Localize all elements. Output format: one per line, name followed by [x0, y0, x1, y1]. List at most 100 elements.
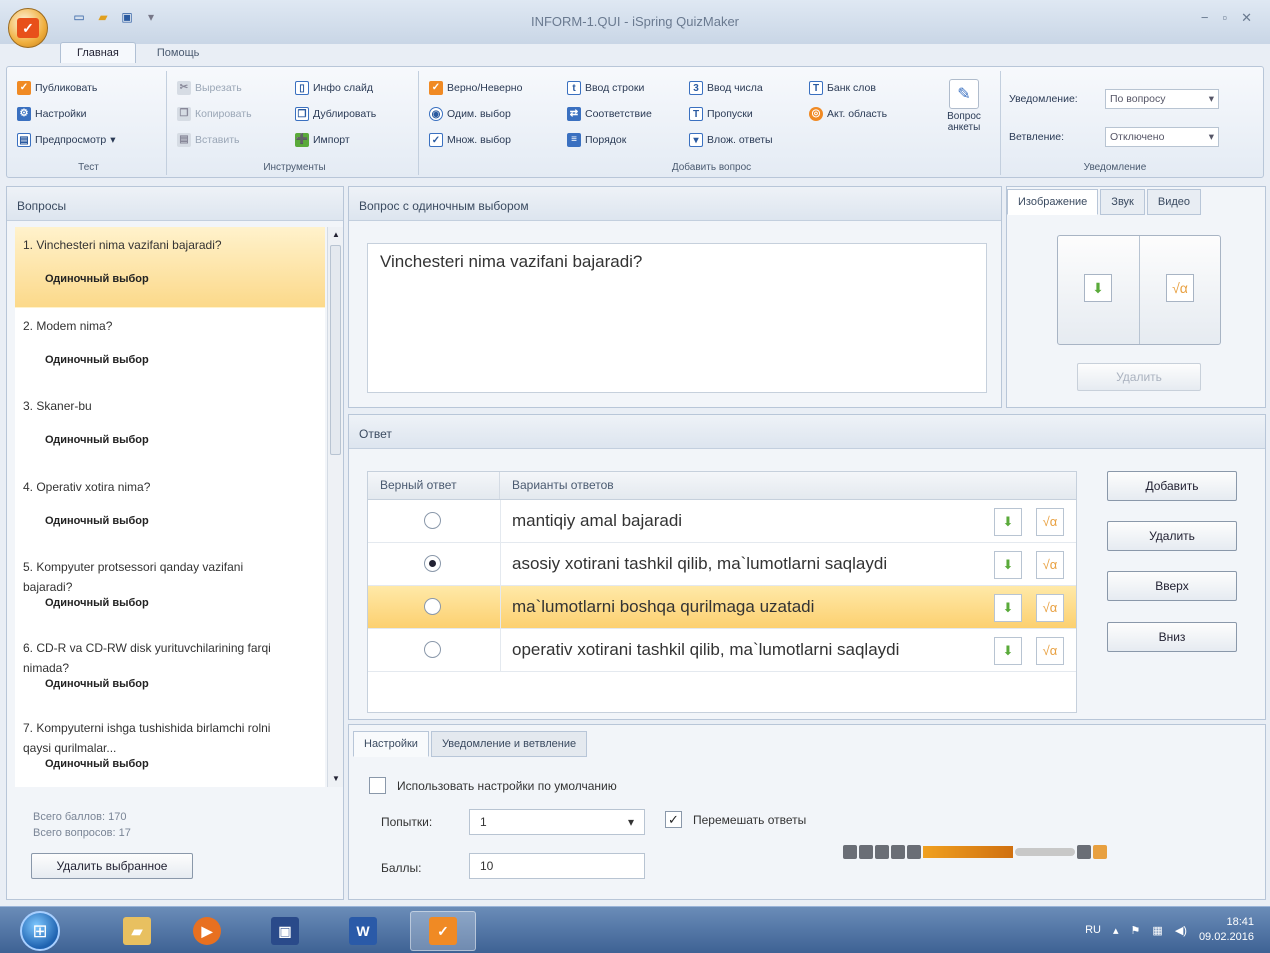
- insert-formula-icon[interactable]: √α: [1036, 508, 1064, 536]
- maximize-button[interactable]: ▫: [1222, 10, 1227, 26]
- player-button-icon[interactable]: [875, 845, 889, 859]
- language-indicator[interactable]: RU: [1085, 924, 1101, 936]
- add-answer-button[interactable]: Добавить: [1107, 471, 1237, 501]
- correct-radio[interactable]: [424, 641, 441, 658]
- move-down-button[interactable]: Вниз: [1107, 622, 1237, 652]
- publish-button[interactable]: ✓ Публиковать: [17, 81, 97, 95]
- media-panel: Изображение Звук Видео ⬇ √α Удалить: [1006, 186, 1266, 408]
- shuffle-answers-checkbox[interactable]: ✓: [665, 811, 682, 828]
- tab-home[interactable]: Главная: [60, 42, 136, 63]
- flag-icon[interactable]: ⚑: [1131, 924, 1141, 937]
- insert-image-icon[interactable]: ⬇: [994, 594, 1022, 622]
- tab-image[interactable]: Изображение: [1007, 189, 1099, 215]
- answer-text[interactable]: mantiqiy amal bajaradi: [512, 511, 682, 531]
- player-button-icon[interactable]: [843, 845, 857, 859]
- correct-radio[interactable]: [424, 512, 441, 529]
- network-icon[interactable]: ▦: [1152, 924, 1162, 937]
- multi-choice-button[interactable]: ✓ Множ. выбор: [429, 133, 511, 147]
- delete-answer-button[interactable]: Удалить: [1107, 521, 1237, 551]
- insert-image-icon[interactable]: ⬇: [994, 637, 1022, 665]
- order-button[interactable]: ≡ Порядок: [567, 133, 626, 147]
- player-button-icon[interactable]: [859, 845, 873, 859]
- correct-radio[interactable]: [424, 598, 441, 615]
- use-defaults-checkbox[interactable]: [369, 777, 386, 794]
- insert-image-icon[interactable]: ⬇: [994, 551, 1022, 579]
- taskbar-word[interactable]: W: [330, 911, 396, 951]
- tray-arrow-icon[interactable]: ▴: [1113, 924, 1119, 937]
- taskbar-explorer[interactable]: ▰: [104, 911, 170, 951]
- tab-help[interactable]: Помощь: [140, 42, 217, 63]
- import-button[interactable]: ➕ Импорт: [295, 133, 350, 147]
- question-item-6[interactable]: 6. CD-R va CD-RW disk yurituvchilarining…: [15, 630, 325, 711]
- question-item-4[interactable]: 4. Operativ xotira nima? Одиночный выбор: [15, 469, 325, 550]
- branch-select[interactable]: Отключено ▾: [1105, 127, 1219, 147]
- insert-formula-icon[interactable]: √α: [1036, 637, 1064, 665]
- question-item-5[interactable]: 5. Kompyuter protsessori qanday vazifani…: [15, 549, 325, 630]
- volume-slider[interactable]: [1015, 848, 1075, 856]
- player-button-icon[interactable]: [1093, 845, 1107, 859]
- answer-text[interactable]: operativ xotirani tashkil qilib, ma`lumo…: [512, 640, 899, 660]
- tab-notification-branching[interactable]: Уведомление и ветвление: [430, 731, 588, 757]
- preview-button[interactable]: ▤ Предпросмотр ▾: [17, 133, 116, 147]
- minimize-button[interactable]: −: [1201, 10, 1209, 26]
- question-text-field[interactable]: Vinchesteri nima vazifani bajaradi?: [367, 243, 987, 393]
- scroll-thumb[interactable]: [330, 245, 341, 455]
- start-button[interactable]: ⊞: [20, 911, 60, 951]
- taskbar-save-app[interactable]: ▣: [252, 911, 318, 951]
- answer-row[interactable]: ma`lumotlarni boshqa qurilmaga uzatadi ⬇…: [368, 586, 1076, 629]
- scroll-down-icon[interactable]: ▼: [328, 771, 344, 787]
- question-list[interactable]: 1. Vinchesteri nima vazifani bajaradi? О…: [15, 227, 325, 787]
- media-delete-button[interactable]: Удалить: [1077, 363, 1201, 391]
- gaps-button[interactable]: T Пропуски: [689, 107, 753, 121]
- info-slide-button[interactable]: ▯ Инфо слайд: [295, 81, 373, 95]
- answer-text[interactable]: ma`lumotlarni boshqa qurilmaga uzatadi: [512, 597, 814, 617]
- question-item-2[interactable]: 2. Modem nima? Одиночный выбор: [15, 308, 325, 389]
- taskbar-quizmaker[interactable]: ✓: [410, 911, 476, 951]
- correct-radio[interactable]: [424, 555, 441, 572]
- single-choice-button[interactable]: ◉ Одим. выбор: [429, 107, 511, 121]
- word-bank-button[interactable]: T Банк слов: [809, 81, 876, 95]
- answer-row[interactable]: operativ xotirani tashkil qilib, ma`lumo…: [368, 629, 1076, 672]
- insert-image-icon[interactable]: ⬇: [994, 508, 1022, 536]
- paste-button[interactable]: ▤ Вставить: [177, 133, 240, 147]
- settings-button[interactable]: ⚙ Настройки: [17, 107, 87, 121]
- insert-image-icon[interactable]: ⬇: [1084, 274, 1112, 302]
- player-button-icon[interactable]: [1077, 845, 1091, 859]
- player-progress[interactable]: [923, 846, 1013, 858]
- duplicate-button[interactable]: ❐ Дублировать: [295, 107, 376, 121]
- insert-formula-icon[interactable]: √α: [1166, 274, 1194, 302]
- insert-formula-icon[interactable]: √α: [1036, 551, 1064, 579]
- volume-icon[interactable]: ◀): [1175, 924, 1187, 937]
- question-item-1[interactable]: 1. Vinchesteri nima vazifani bajaradi? О…: [15, 227, 325, 308]
- number-input-button[interactable]: 3 Ввод числа: [689, 81, 763, 95]
- question-list-scrollbar[interactable]: ▲ ▼: [327, 227, 343, 787]
- survey-question-button[interactable]: ✎ Вопрос анкеты: [933, 79, 995, 133]
- answer-row[interactable]: asosiy xotirani tashkil qilib, ma`lumotl…: [368, 543, 1076, 586]
- delete-selected-button[interactable]: Удалить выбранное: [31, 853, 193, 879]
- string-input-button[interactable]: t Ввод строки: [567, 81, 644, 95]
- hot-spot-button[interactable]: ◎ Акт. область: [809, 107, 887, 121]
- notify-select[interactable]: По вопросу ▾: [1105, 89, 1219, 109]
- cut-button[interactable]: ✂ Вырезать: [177, 81, 242, 95]
- answer-text[interactable]: asosiy xotirani tashkil qilib, ma`lumotl…: [512, 554, 887, 574]
- copy-button[interactable]: ❐ Копировать: [177, 107, 252, 121]
- close-button[interactable]: ✕: [1241, 10, 1252, 26]
- taskbar-media-player[interactable]: ▶: [174, 911, 240, 951]
- player-button-icon[interactable]: [907, 845, 921, 859]
- attempts-select[interactable]: 1 ▾: [469, 809, 645, 835]
- tab-settings[interactable]: Настройки: [353, 731, 429, 757]
- matching-button[interactable]: ⇄ Соответствие: [567, 107, 652, 121]
- tab-video[interactable]: Видео: [1146, 189, 1201, 215]
- nested-answers-button[interactable]: ▾ Влож. ответы: [689, 133, 773, 147]
- clock[interactable]: 18:41 09.02.2016: [1199, 915, 1254, 945]
- question-item-7[interactable]: 7. Kompyuterni ishga tushishida birlamch…: [15, 710, 325, 787]
- insert-formula-icon[interactable]: √α: [1036, 594, 1064, 622]
- move-up-button[interactable]: Вверх: [1107, 571, 1237, 601]
- question-item-3[interactable]: 3. Skaner-bu Одиночный выбор: [15, 388, 325, 469]
- true-false-button[interactable]: ✓ Верно/Неверно: [429, 81, 522, 95]
- points-input[interactable]: 10: [469, 853, 645, 879]
- scroll-up-icon[interactable]: ▲: [328, 227, 344, 243]
- player-button-icon[interactable]: [891, 845, 905, 859]
- answer-row[interactable]: mantiqiy amal bajaradi ⬇ √α: [368, 500, 1076, 543]
- tab-sound[interactable]: Звук: [1100, 189, 1145, 215]
